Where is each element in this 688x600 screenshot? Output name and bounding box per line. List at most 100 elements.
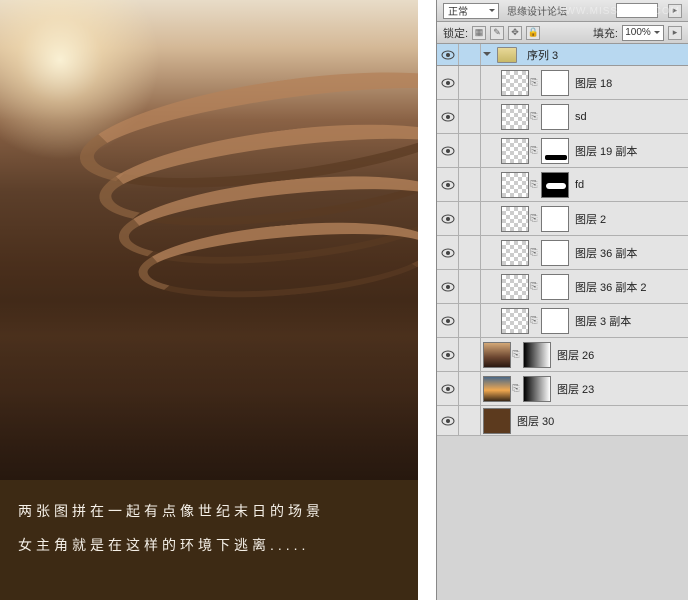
visibility-toggle[interactable] (437, 270, 459, 303)
layers-panel: 正常 思缘设计论坛 ▸ 锁定: ▦ ✎ ✥ 🔒 填充: 100% ▸ 序列 3 … (436, 0, 688, 600)
lock-position-icon[interactable]: ✥ (508, 26, 522, 40)
layer-name[interactable]: 图层 3 副本 (575, 313, 631, 329)
lock-label: 锁定: (443, 25, 468, 41)
mask-thumbnail[interactable] (541, 240, 569, 266)
layer-name[interactable]: 图层 2 (575, 211, 606, 227)
layer-thumbnail[interactable] (501, 172, 529, 198)
group-name[interactable]: 序列 3 (527, 47, 558, 63)
fill-value[interactable]: 100% (622, 25, 664, 41)
link-spacer (459, 406, 481, 435)
link-spacer (459, 236, 481, 269)
caption-line-2: 女主角就是在这样的环境下逃离..... (18, 534, 400, 556)
layer-row[interactable]: ⎘ 图层 36 副本 (437, 236, 688, 270)
layer-group-row[interactable]: 序列 3 (437, 44, 688, 66)
link-icon[interactable]: ⎘ (529, 168, 539, 201)
layer-row[interactable]: ⎘ 图层 18 (437, 66, 688, 100)
layer-thumbnail[interactable] (501, 274, 529, 300)
layer-thumbnail[interactable] (483, 408, 511, 434)
link-icon[interactable]: ⎘ (529, 270, 539, 303)
visibility-toggle[interactable] (437, 372, 459, 405)
link-spacer (459, 168, 481, 201)
layer-name[interactable]: 图层 18 (575, 75, 612, 91)
layer-name[interactable]: 图层 36 副本 (575, 245, 637, 261)
visibility-toggle[interactable] (437, 168, 459, 201)
composite-image (0, 0, 418, 480)
layer-name[interactable]: 图层 36 副本 2 (575, 279, 647, 295)
link-spacer (459, 100, 481, 133)
visibility-toggle[interactable] (437, 304, 459, 337)
visibility-toggle[interactable] (437, 236, 459, 269)
mask-thumbnail[interactable] (541, 274, 569, 300)
layer-name[interactable]: 图层 19 副本 (575, 143, 637, 159)
link-icon[interactable]: ⎘ (529, 304, 539, 337)
visibility-toggle[interactable] (437, 406, 459, 435)
fill-label: 填充: (593, 25, 618, 41)
lock-all-icon[interactable]: 🔒 (526, 26, 540, 40)
link-spacer (459, 372, 481, 405)
lock-pixels-icon[interactable]: ✎ (490, 26, 504, 40)
mask-thumbnail[interactable] (541, 70, 569, 96)
mask-thumbnail[interactable] (541, 138, 569, 164)
link-icon[interactable]: ⎘ (529, 202, 539, 235)
layer-row[interactable]: ⎘ 图层 36 副本 2 (437, 270, 688, 304)
blend-mode-select[interactable]: 正常 (443, 3, 499, 19)
twirl-down-icon[interactable] (481, 49, 493, 60)
layer-name[interactable]: sd (575, 111, 587, 123)
link-spacer (459, 202, 481, 235)
visibility-toggle[interactable] (437, 202, 459, 235)
link-spacer (459, 304, 481, 337)
layer-row[interactable]: ⎘ 图层 19 副本 (437, 134, 688, 168)
layer-thumbnail[interactable] (501, 70, 529, 96)
visibility-toggle[interactable] (437, 66, 459, 99)
layer-row[interactable]: ⎘ 图层 23 (437, 372, 688, 406)
layer-row[interactable]: ⎘ fd (437, 168, 688, 202)
link-icon[interactable]: ⎘ (511, 372, 521, 405)
link-icon[interactable]: ⎘ (529, 66, 539, 99)
layer-row[interactable]: ⎘ 图层 26 (437, 338, 688, 372)
mask-thumbnail[interactable] (523, 342, 551, 368)
visibility-toggle[interactable] (437, 338, 459, 371)
layer-thumbnail[interactable] (501, 240, 529, 266)
layer-thumbnail[interactable] (501, 138, 529, 164)
layer-name[interactable]: 图层 26 (557, 347, 594, 363)
lock-fill-bar: 锁定: ▦ ✎ ✥ 🔒 填充: 100% ▸ (437, 22, 688, 44)
link-spacer (459, 66, 481, 99)
mask-thumbnail[interactable] (541, 104, 569, 130)
caption-area: 两张图拼在一起有点像世纪末日的场景 女主角就是在这样的环境下逃离..... (0, 480, 418, 600)
link-spacer (459, 270, 481, 303)
layer-name[interactable]: fd (575, 179, 584, 191)
folder-icon (497, 47, 517, 63)
visibility-toggle[interactable] (437, 44, 459, 65)
link-icon[interactable]: ⎘ (529, 100, 539, 133)
mask-thumbnail[interactable] (541, 206, 569, 232)
layer-row[interactable]: ⎘ 图层 2 (437, 202, 688, 236)
layer-row[interactable]: ⎘ sd (437, 100, 688, 134)
link-spacer (459, 338, 481, 371)
mask-thumbnail[interactable] (541, 172, 569, 198)
layer-thumbnail[interactable] (501, 104, 529, 130)
layer-row[interactable]: ⎘ 图层 3 副本 (437, 304, 688, 338)
layer-thumbnail[interactable] (501, 308, 529, 334)
caption-line-1: 两张图拼在一起有点像世纪末日的场景 (18, 500, 400, 522)
link-icon[interactable]: ⎘ (511, 338, 521, 371)
layer-name[interactable]: 图层 23 (557, 381, 594, 397)
link-icon[interactable]: ⎘ (529, 236, 539, 269)
lock-transparent-icon[interactable]: ▦ (472, 26, 486, 40)
visibility-toggle[interactable] (437, 134, 459, 167)
visibility-toggle[interactable] (437, 100, 459, 133)
fill-slider-icon[interactable]: ▸ (668, 26, 682, 40)
link-spacer (459, 134, 481, 167)
layer-name[interactable]: 图层 30 (517, 413, 554, 429)
layer-row[interactable]: 图层 30 (437, 406, 688, 436)
layer-thumbnail[interactable] (483, 376, 511, 402)
layer-thumbnail[interactable] (501, 206, 529, 232)
link-icon[interactable]: ⎘ (529, 134, 539, 167)
layer-list[interactable]: 序列 3 ⎘ 图层 18 ⎘ sd ⎘ 图层 19 副本 ⎘ fd ⎘ 图层 2 ⎘ 图层 36 副本… (437, 44, 688, 600)
mask-thumbnail[interactable] (541, 308, 569, 334)
watermark: WWW.MISSYUAN.COM (555, 6, 680, 17)
mask-thumbnail[interactable] (523, 376, 551, 402)
cloud-layer (0, 300, 418, 480)
link-spacer (459, 44, 481, 65)
layer-thumbnail[interactable] (483, 342, 511, 368)
document-canvas: 两张图拼在一起有点像世纪末日的场景 女主角就是在这样的环境下逃离..... (0, 0, 418, 600)
